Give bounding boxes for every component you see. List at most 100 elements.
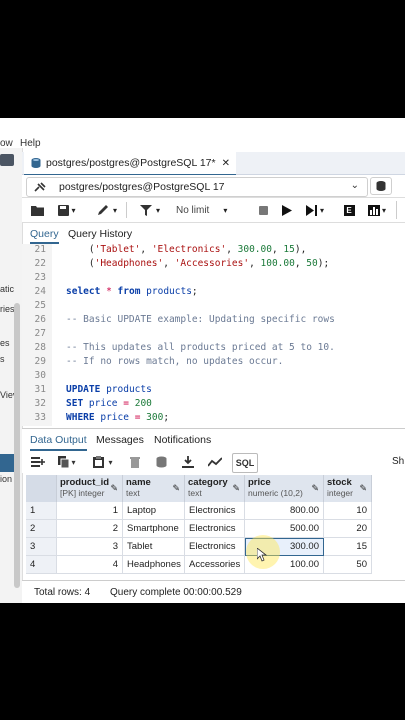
code-line: -- Basic UPDATE example: Updating specif… xyxy=(66,314,335,325)
code-line: ('Tablet', 'Electronics', 300.00, 15), xyxy=(66,244,307,255)
tree-label-ion[interactable]: ion xyxy=(0,474,12,484)
code-line: -- This updates all products priced at 5… xyxy=(66,342,335,353)
cell-category[interactable]: Electronics xyxy=(185,520,245,538)
cell-name[interactable]: Laptop xyxy=(123,502,185,520)
cell-category[interactable]: Electronics xyxy=(185,538,245,556)
pencil-icon xyxy=(97,205,108,215)
cell-name[interactable]: Smartphone xyxy=(123,520,185,538)
paste-button[interactable]: ▾ xyxy=(88,453,118,471)
cell-product-id[interactable]: 1 xyxy=(57,502,123,520)
terminal-icon[interactable] xyxy=(0,154,14,166)
save-data-button[interactable] xyxy=(152,453,170,471)
tab-query[interactable]: Query xyxy=(30,228,59,244)
filter-button[interactable]: ▾ xyxy=(132,201,168,219)
code-line: select * from products; xyxy=(66,286,198,297)
line-number-gutter: 21 22 23 24 25 26 27 28 29 30 31 32 33 xyxy=(22,244,52,426)
cell-stock[interactable]: 10 xyxy=(324,502,372,520)
toolbar-overflow[interactable] xyxy=(396,201,405,219)
column-header-stock[interactable]: stock integer ✎ xyxy=(324,475,372,502)
query-toolbar: ▾ ▾ ▾ No limit ▾ ▾ E ▾ xyxy=(22,198,405,223)
output-toolbar: ▾ ▾ SQL Sh xyxy=(22,451,405,473)
tab-query-editor[interactable]: postgres/postgres@PostgreSQL 17* ✕ xyxy=(24,152,237,176)
cell-name[interactable]: Tablet xyxy=(123,538,185,556)
download-button[interactable] xyxy=(178,453,198,471)
pgadmin-window: ow Help atic ries es s Viev ion postgres… xyxy=(0,118,405,603)
tab-notifications[interactable]: Notifications xyxy=(154,434,211,446)
play-icon xyxy=(282,204,292,216)
explain-button[interactable]: E xyxy=(340,201,358,219)
sql-button[interactable]: SQL xyxy=(232,453,258,473)
scrollbar[interactable] xyxy=(14,303,20,588)
tree-label-statistics[interactable]: atic xyxy=(0,284,14,294)
tab-messages[interactable]: Messages xyxy=(96,434,144,446)
sql-editor[interactable]: 21 22 23 24 25 26 27 28 29 30 31 32 33 (… xyxy=(22,244,405,426)
cell-name[interactable]: Headphones xyxy=(123,556,185,574)
tree-label-s[interactable]: s xyxy=(0,354,5,364)
line-number: 33 xyxy=(34,412,46,423)
tab-query-history[interactable]: Query History xyxy=(68,228,132,240)
connection-row: postgres/postgres@PostgreSQL 17 ⌄ xyxy=(22,175,405,198)
cell-product-id[interactable]: 2 xyxy=(57,520,123,538)
explain-analyze-button[interactable]: ▾ xyxy=(362,201,392,219)
edit-column-icon[interactable]: ✎ xyxy=(359,483,367,494)
edit-column-icon[interactable]: ✎ xyxy=(311,483,319,494)
edit-column-icon[interactable]: ✎ xyxy=(110,483,118,494)
open-file-button[interactable] xyxy=(26,201,48,219)
chart-icon xyxy=(367,204,380,216)
graph-button[interactable] xyxy=(204,453,226,471)
delete-row-button[interactable] xyxy=(126,453,144,471)
mouse-pointer-icon xyxy=(257,548,267,562)
line-number: 27 xyxy=(34,328,46,339)
line-number: 22 xyxy=(34,258,46,269)
row-number[interactable]: 2 xyxy=(26,520,57,538)
execute-button[interactable] xyxy=(278,201,296,219)
stop-icon xyxy=(258,205,268,215)
cell-stock[interactable]: 15 xyxy=(324,538,372,556)
row-number[interactable]: 4 xyxy=(26,556,57,574)
add-row-button[interactable] xyxy=(28,453,48,471)
tree-label-queries[interactable]: ries xyxy=(0,304,15,314)
cell-product-id[interactable]: 4 xyxy=(57,556,123,574)
cell-stock[interactable]: 20 xyxy=(324,520,372,538)
cell-price[interactable]: 800.00 xyxy=(245,502,324,520)
tree-label-es[interactable]: es xyxy=(0,338,10,348)
cell-category[interactable]: Electronics xyxy=(185,502,245,520)
show-label[interactable]: Sh xyxy=(392,456,404,467)
menu-item-help[interactable]: Help xyxy=(20,138,41,149)
copy-icon xyxy=(58,456,70,468)
database-status-button[interactable] xyxy=(370,177,392,195)
close-icon[interactable]: ✕ xyxy=(222,158,230,169)
copy-button[interactable]: ▾ xyxy=(54,453,80,471)
column-header-price[interactable]: price numeric (10,2) ✎ xyxy=(245,475,324,502)
editor-tab-bar: postgres/postgres@PostgreSQL 17* ✕ xyxy=(22,152,405,176)
save-icon xyxy=(58,204,70,216)
row-number[interactable]: 3 xyxy=(26,538,57,556)
row-limit-select[interactable]: No limit ▾ xyxy=(172,201,248,219)
stop-button[interactable] xyxy=(254,201,272,219)
cell-product-id[interactable]: 3 xyxy=(57,538,123,556)
database-save-icon xyxy=(156,456,166,468)
line-number: 31 xyxy=(34,384,46,395)
save-button[interactable]: ▾ xyxy=(52,201,82,219)
query-complete: Query complete 00:00:00.529 xyxy=(110,587,242,598)
line-number: 29 xyxy=(34,356,46,367)
row-limit-value: No limit xyxy=(176,204,210,216)
execute-options-button[interactable]: ▾ xyxy=(300,201,330,219)
menubar: ow Help xyxy=(0,118,405,149)
tab-title: postgres/postgres@PostgreSQL 17* xyxy=(46,157,216,169)
tab-data-output[interactable]: Data Output xyxy=(30,434,87,451)
column-header-category[interactable]: category text ✎ xyxy=(185,475,245,502)
edit-column-icon[interactable]: ✎ xyxy=(172,483,180,494)
code-line: -- If no rows match, no updates occur. xyxy=(66,356,284,367)
clipboard-icon xyxy=(93,456,105,468)
code-line: UPDATE products xyxy=(66,384,152,395)
cell-stock[interactable]: 50 xyxy=(324,556,372,574)
edit-button[interactable]: ▾ xyxy=(90,201,124,219)
output-tabs: Data Output Messages Notifications xyxy=(22,428,405,452)
cell-category[interactable]: Accessories xyxy=(185,556,245,574)
column-header-name[interactable]: name text ✎ xyxy=(123,475,185,502)
row-number[interactable]: 1 xyxy=(26,502,57,520)
column-header-product-id[interactable]: product_id [PK] integer ✎ xyxy=(57,475,123,502)
connection-select[interactable]: postgres/postgres@PostgreSQL 17 ⌄ xyxy=(26,177,368,197)
edit-column-icon[interactable]: ✎ xyxy=(232,483,240,494)
